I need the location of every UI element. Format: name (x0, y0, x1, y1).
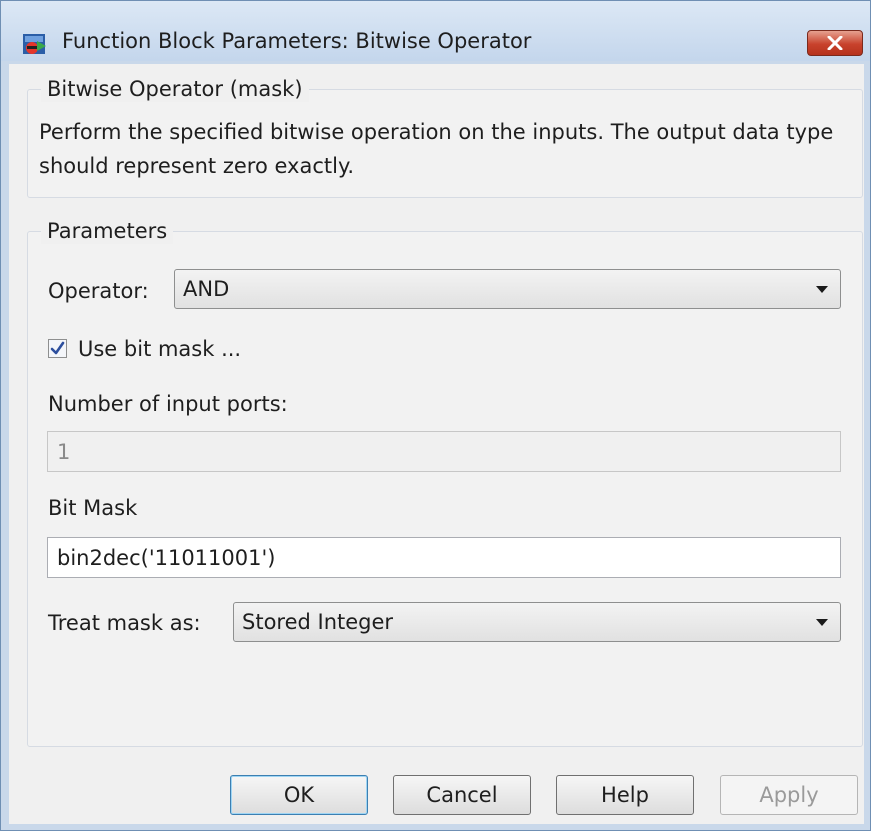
ok-button[interactable]: OK (230, 775, 368, 815)
mask-description: Perform the specified bitwise operation … (39, 120, 834, 178)
dialog-window: Function Block Parameters: Bitwise Opera… (0, 0, 871, 831)
apply-button[interactable]: Apply (720, 775, 858, 815)
bit-mask-field[interactable] (47, 537, 841, 578)
treat-mask-as-value: Stored Integer (242, 610, 394, 634)
title-bar[interactable]: Function Block Parameters: Bitwise Opera… (1, 1, 870, 61)
window-title: Function Block Parameters: Bitwise Opera… (62, 29, 532, 53)
use-bit-mask-label[interactable]: Use bit mask ... (78, 336, 241, 362)
parameters-group-title: Parameters (41, 218, 174, 244)
help-button[interactable]: Help (556, 775, 694, 815)
num-input-ports-field[interactable] (47, 431, 841, 472)
treat-mask-as-label: Treat mask as: (48, 611, 201, 635)
mask-group-title: Bitwise Operator (mask) (41, 76, 309, 102)
use-bit-mask-checkbox[interactable] (48, 339, 67, 358)
cancel-button[interactable]: Cancel (393, 775, 531, 815)
chevron-down-icon (816, 286, 828, 293)
treat-mask-as-dropdown[interactable]: Stored Integer (233, 602, 841, 642)
operator-dropdown[interactable]: AND (174, 269, 841, 309)
close-button[interactable] (807, 30, 863, 56)
checkmark-icon (50, 341, 65, 355)
operator-label: Operator: (48, 279, 149, 303)
operator-value: AND (183, 277, 230, 301)
simulink-app-icon (23, 34, 46, 54)
bit-mask-label: Bit Mask (48, 496, 138, 520)
num-input-ports-label: Number of input ports: (48, 392, 288, 416)
close-icon (827, 36, 843, 50)
chevron-down-icon (816, 619, 828, 626)
